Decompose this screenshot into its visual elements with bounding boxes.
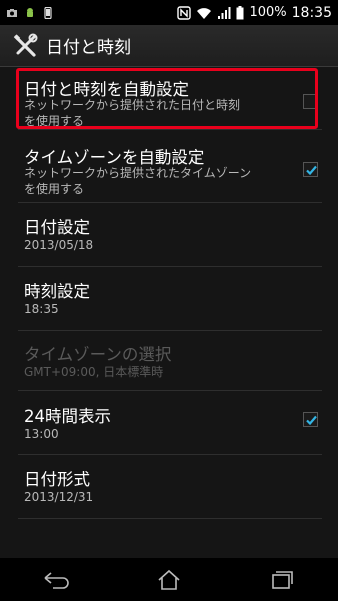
battery-icon: [236, 5, 244, 19]
setting-24-hour[interactable]: 24時間表示 13:00: [18, 391, 322, 455]
wifi-icon: [197, 7, 212, 19]
setting-subtitle: ネットワークから提供されたタイムゾーン: [24, 166, 252, 180]
action-bar: 日付と時刻: [0, 25, 338, 67]
setting-value: GMT+09:00, 日本標準時: [24, 365, 164, 379]
highlight-box: [16, 68, 318, 129]
setting-title: 日付設定: [24, 218, 90, 237]
home-button[interactable]: [146, 565, 192, 595]
status-bar: 100% 18:35: [0, 0, 338, 25]
home-icon: [158, 569, 180, 590]
24-hour-checkbox[interactable]: [303, 412, 318, 427]
setting-subtitle: を使用する: [24, 182, 85, 196]
setting-value: 2013/05/18: [24, 238, 94, 252]
back-button[interactable]: [33, 565, 79, 595]
clock: 18:35: [291, 4, 332, 21]
wrench-screwdriver-icon[interactable]: [12, 33, 38, 59]
battery-percentage: 100%: [249, 5, 287, 20]
setting-value: 18:35: [24, 302, 59, 316]
settings-list: 日付と時刻を自動設定 ネットワークから提供された日付と時刻 を使用する タイムゾ…: [0, 66, 338, 519]
setting-title: タイムゾーンの選択: [24, 345, 172, 364]
phone-icon: [44, 6, 52, 19]
recent-apps-icon: [271, 570, 293, 589]
auto-timezone-checkbox[interactable]: [303, 162, 318, 177]
setting-title: 24時間表示: [24, 407, 111, 426]
checkmark-icon: [306, 415, 317, 426]
setting-value: 13:00: [24, 427, 59, 441]
nfc-icon: [177, 5, 192, 20]
setting-date[interactable]: 日付設定 2013/05/18: [18, 203, 322, 267]
camera-icon: [7, 8, 17, 17]
recent-apps-button[interactable]: [259, 565, 305, 595]
signal-icon: [218, 6, 231, 19]
page-title: 日付と時刻: [46, 38, 131, 58]
setting-title: 日付形式: [24, 470, 90, 489]
back-icon: [44, 571, 70, 589]
setting-value: 2013/12/31: [24, 490, 94, 504]
navigation-bar: [0, 558, 338, 601]
setting-time[interactable]: 時刻設定 18:35: [18, 267, 322, 331]
setting-timezone-select: タイムゾーンの選択 GMT+09:00, 日本標準時: [18, 331, 322, 391]
android-icon: [27, 7, 33, 17]
setting-date-format[interactable]: 日付形式 2013/12/31: [18, 455, 322, 519]
checkmark-icon: [306, 165, 317, 176]
setting-auto-timezone[interactable]: タイムゾーンを自動設定 ネットワークから提供されたタイムゾーン を使用する: [18, 130, 322, 203]
setting-title: 時刻設定: [24, 282, 90, 301]
